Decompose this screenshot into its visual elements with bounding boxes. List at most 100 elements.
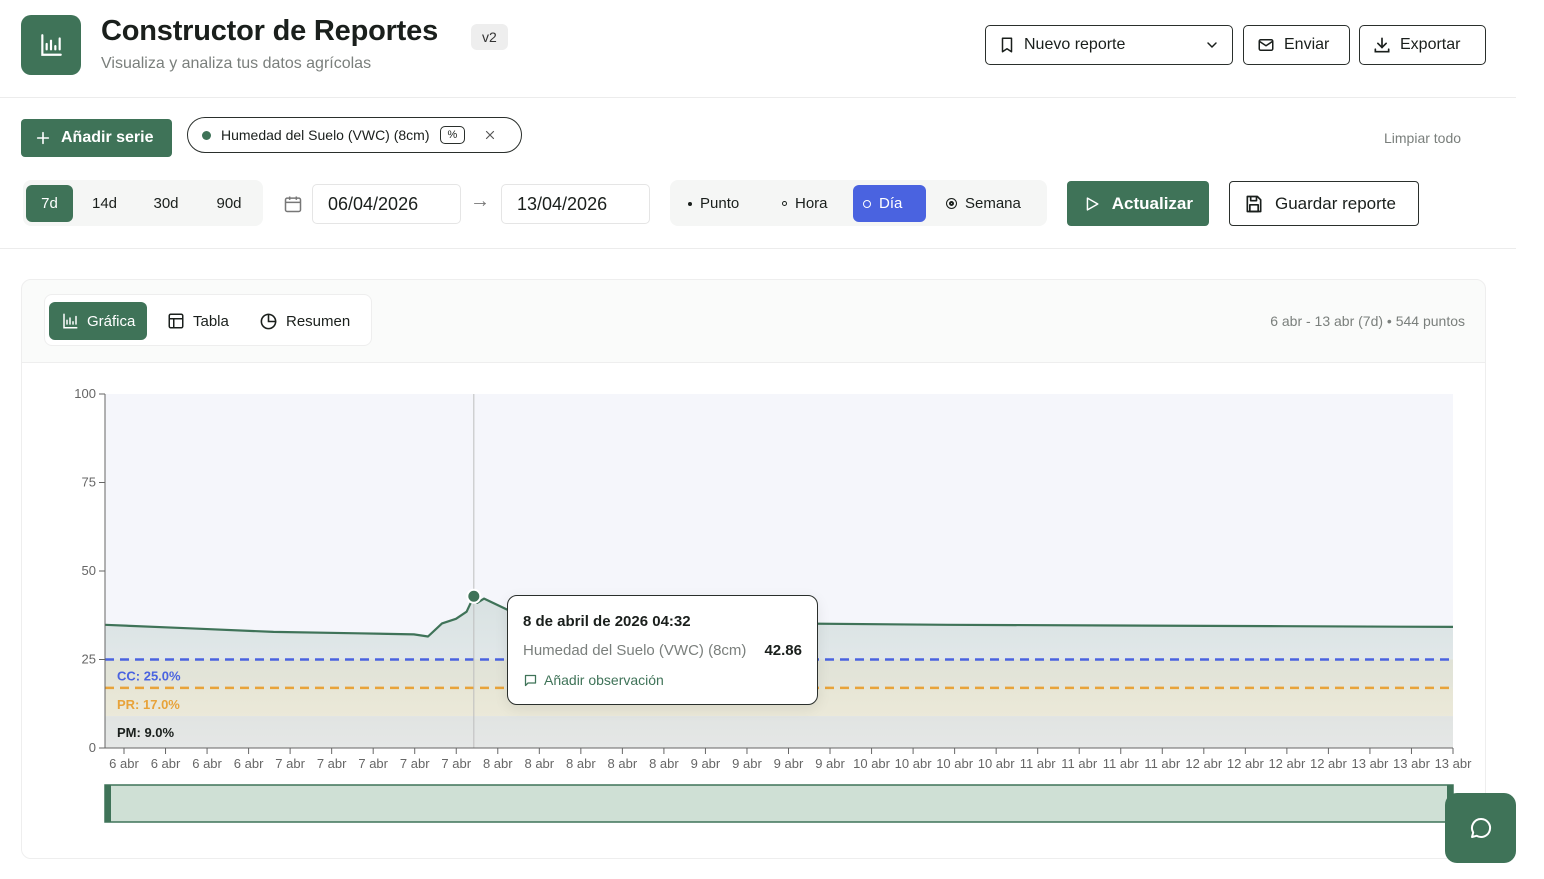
chart-tooltip: 8 de abril de 2026 04:32 Humedad del Sue… [507, 595, 818, 705]
tab-table[interactable]: Tabla [155, 302, 241, 340]
add-observation-link[interactable]: Añadir observación [523, 672, 664, 688]
day-dot-icon [863, 199, 871, 208]
granularity-day-button[interactable]: Día [853, 185, 926, 222]
export-label: Exportar [1400, 36, 1461, 53]
x-tick-label-2: 6 abr [192, 756, 222, 771]
export-button[interactable]: Exportar [1359, 25, 1486, 65]
range-30d-button[interactable]: 30d [141, 185, 191, 222]
save-report-label: Guardar reporte [1275, 193, 1396, 213]
x-tick-label-6: 7 abr [358, 756, 388, 771]
tab-table-label: Tabla [193, 312, 229, 330]
plus-icon [36, 131, 50, 145]
tooltip-series-name: Humedad del Suelo (VWC) (8cm) [523, 642, 747, 659]
week-dot-icon [946, 198, 957, 209]
page-title: Constructor de Reportes [101, 15, 438, 47]
page-header: Constructor de Reportes v2 Visualiza y a… [0, 0, 1516, 98]
x-tick-label-3: 6 abr [234, 756, 264, 771]
report-select-label: Nuevo reporte [1024, 36, 1126, 53]
granularity-week-label: Semana [965, 195, 1021, 212]
report-toolbar: Añadir serie Humedad del Suelo (VWC) (8c… [0, 98, 1516, 249]
send-button[interactable]: Enviar [1243, 25, 1350, 65]
granularity-week-button[interactable]: Semana [936, 185, 1031, 222]
x-tick-label-10: 8 abr [524, 756, 554, 771]
refresh-button[interactable]: Actualizar [1067, 181, 1209, 226]
tab-chart-label: Gráfica [87, 312, 136, 330]
chart-card-header: Gráfica Tabla Resumen 6 abr - 13 abr (7d… [22, 280, 1485, 363]
clear-all-link[interactable]: Limpiar todo [1384, 130, 1461, 146]
save-icon [1246, 195, 1262, 212]
x-tick-label-31: 13 abr [1393, 756, 1431, 771]
x-tick-label-32: 13 abr [1435, 756, 1473, 771]
x-tick-label-4: 7 abr [275, 756, 305, 771]
x-tick-label-22: 11 abr [1020, 756, 1057, 771]
series-chip[interactable]: Humedad del Suelo (VWC) (8cm) % [187, 117, 522, 153]
y-tick-label-4: 100 [74, 386, 96, 401]
calendar-icon [284, 196, 302, 213]
range-selector: 7d 14d 30d 90d [23, 180, 263, 226]
page-subtitle: Visualiza y analiza tus datos agrícolas [101, 55, 372, 72]
mail-icon [1258, 39, 1274, 51]
chart-card: Gráfica Tabla Resumen 6 abr - 13 abr (7d… [21, 279, 1486, 859]
x-tick-label-11: 8 abr [566, 756, 596, 771]
close-icon[interactable] [483, 128, 497, 142]
x-tick-label-27: 12 abr [1227, 756, 1265, 771]
date-arrow-icon: → [470, 190, 490, 212]
granularity-point-label: Punto [700, 195, 740, 212]
y-tick-label-0: 0 [89, 740, 96, 755]
tab-chart[interactable]: Gráfica [49, 302, 148, 340]
range-info: 6 abr - 13 abr (7d) • 544 puntos [1270, 313, 1465, 329]
granularity-hour-label: Hora [795, 195, 828, 212]
range-90d-button[interactable]: 90d [204, 185, 254, 222]
x-tick-label-1: 6 abr [151, 756, 181, 771]
x-tick-label-12: 8 abr [608, 756, 638, 771]
x-tick-label-29: 12 abr [1310, 756, 1348, 771]
x-tick-label-21: 10 abr [978, 756, 1016, 771]
y-tick-label-1: 25 [82, 652, 96, 667]
x-tick-label-9: 8 abr [483, 756, 513, 771]
report-select[interactable]: Nuevo reporte [985, 25, 1233, 65]
chat-bubble-icon [1470, 817, 1491, 838]
granularity-day-label: Día [879, 195, 903, 212]
save-report-button[interactable]: Guardar reporte [1229, 181, 1419, 226]
download-icon [1374, 37, 1390, 53]
point-dot-icon [688, 201, 692, 206]
chevron-down-icon [1207, 42, 1217, 49]
table-icon [168, 313, 184, 329]
granularity-hour-button[interactable]: Hora [772, 185, 838, 222]
tooltip-date: 8 de abril de 2026 04:32 [523, 613, 691, 630]
range-brush [104, 784, 1454, 823]
add-series-button[interactable]: Añadir serie [21, 119, 172, 157]
date-from-input[interactable]: 06/04/2026 [312, 184, 461, 224]
tooltip-value: 42.86 [764, 642, 802, 659]
x-tick-label-17: 9 abr [815, 756, 845, 771]
comment-icon [524, 674, 537, 686]
tab-summary-label: Resumen [286, 312, 351, 330]
x-tick-label-19: 10 abr [895, 756, 933, 771]
x-tick-label-16: 9 abr [774, 756, 804, 771]
series-unit-badge: % [439, 126, 466, 144]
pie-chart-icon [260, 313, 277, 329]
add-series-label: Añadir serie [61, 129, 154, 146]
series-chip-label: Humedad del Suelo (VWC) (8cm) [221, 127, 430, 143]
granularity-point-button[interactable]: Punto [678, 185, 749, 222]
date-to-input[interactable]: 13/04/2026 [501, 184, 650, 224]
chat-button[interactable] [1445, 793, 1516, 863]
refresh-label: Actualizar [1111, 193, 1193, 213]
version-badge: v2 [471, 24, 508, 50]
x-tick-label-7: 7 abr [400, 756, 430, 771]
x-tick-label-15: 9 abr [732, 756, 762, 771]
range-7d-button[interactable]: 7d [26, 185, 73, 222]
x-tick-label-0: 6 abr [109, 756, 139, 771]
send-label: Enviar [1284, 36, 1330, 53]
tab-summary[interactable]: Resumen [247, 302, 362, 340]
x-tick-label-24: 11 abr [1103, 756, 1140, 771]
x-tick-label-8: 7 abr [441, 756, 471, 771]
bar-chart-logo-icon [21, 15, 81, 75]
x-tick-label-20: 10 abr [936, 756, 974, 771]
range-14d-button[interactable]: 14d [81, 185, 128, 222]
bar-chart-icon [63, 313, 78, 329]
threshold-label-0: CC: 25.0% [117, 669, 181, 684]
active-point [466, 588, 482, 604]
add-observation-label: Añadir observación [544, 672, 664, 688]
y-tick-label-2: 50 [82, 563, 96, 578]
